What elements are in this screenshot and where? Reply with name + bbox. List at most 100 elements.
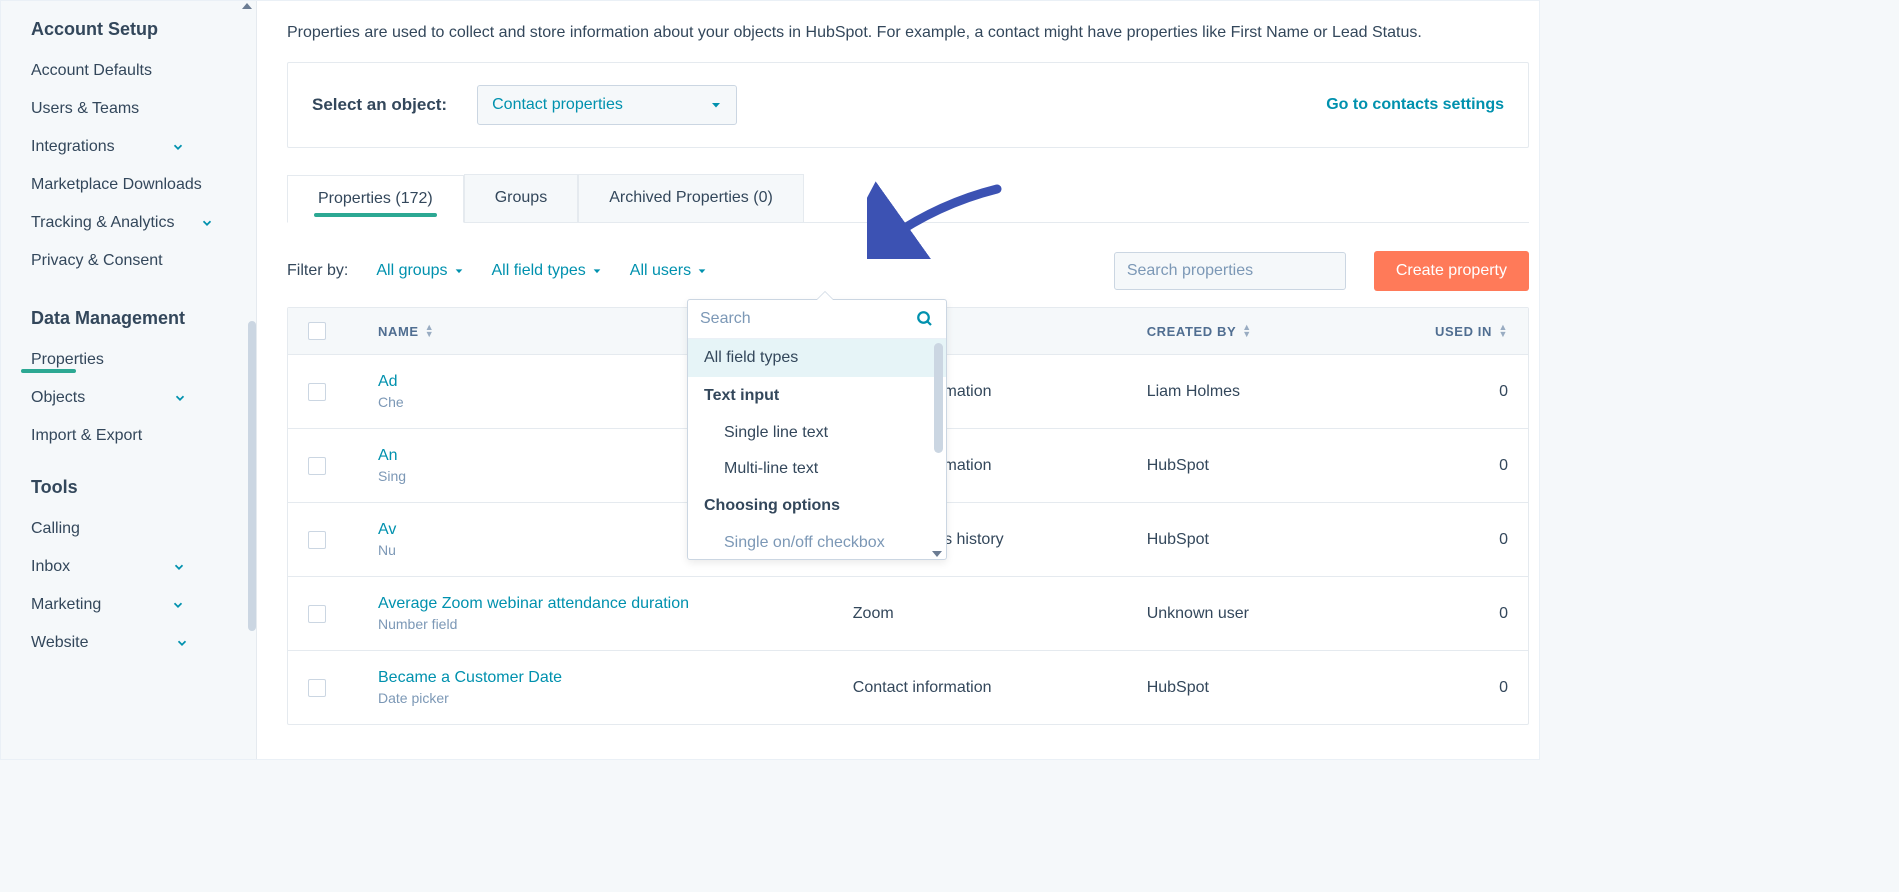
- tab-label: Archived Properties (0): [609, 189, 773, 206]
- nav-label: Import & Export: [31, 427, 142, 445]
- nav-label: Integrations: [31, 138, 115, 156]
- sidebar-item-account-defaults[interactable]: Account Defaults: [31, 52, 256, 90]
- property-type: Number field: [378, 616, 689, 632]
- sidebar-item-tracking-analytics[interactable]: Tracking & Analytics: [31, 204, 256, 242]
- sidebar-item-integrations[interactable]: Integrations: [31, 128, 256, 166]
- dropdown-item-multi-line-text[interactable]: Multi-line text: [688, 451, 946, 487]
- property-type: Nu: [378, 542, 396, 558]
- sort-icon: ▲▼: [425, 324, 435, 338]
- header-created-by[interactable]: CREATED BY: [1147, 324, 1237, 339]
- dropdown-item-single-checkbox[interactable]: Single on/off checkbox: [688, 525, 946, 559]
- cell-created-by: HubSpot: [1147, 679, 1418, 697]
- chevron-down-icon: [171, 140, 185, 154]
- row-checkbox[interactable]: [308, 457, 326, 475]
- sidebar-section-account-setup: Account Setup: [31, 19, 256, 40]
- intro-text: Properties are used to collect and store…: [287, 9, 1529, 62]
- nav-label: Website: [31, 634, 89, 652]
- sidebar: Account Setup Account Defaults Users & T…: [1, 1, 257, 759]
- dropdown-search-row: [688, 300, 946, 339]
- sidebar-item-marketplace-downloads[interactable]: Marketplace Downloads: [31, 166, 256, 204]
- tab-groups[interactable]: Groups: [464, 174, 578, 222]
- row-checkbox[interactable]: [308, 605, 326, 623]
- caret-down-icon: [697, 266, 707, 276]
- tab-properties[interactable]: Properties (172): [287, 175, 464, 223]
- dropdown-heading-choosing-options: Choosing options: [688, 487, 946, 525]
- field-types-dropdown: All field types Text input Single line t…: [687, 299, 947, 560]
- dropdown-item-single-line-text[interactable]: Single line text: [688, 415, 946, 451]
- table-row: Became a Customer DateDate picker Contac…: [288, 651, 1528, 724]
- sidebar-item-objects[interactable]: Objects: [31, 379, 256, 417]
- nav-label: Marketing: [31, 596, 101, 614]
- scroll-down-icon[interactable]: [932, 551, 942, 557]
- filter-all-field-types[interactable]: All field types: [492, 262, 602, 280]
- filter-text: All field types: [492, 262, 586, 280]
- tabs: Properties (172) Groups Archived Propert…: [287, 174, 1529, 223]
- caret-down-icon: [454, 266, 464, 276]
- sidebar-item-properties[interactable]: Properties: [31, 341, 256, 379]
- sidebar-item-website[interactable]: Website: [31, 624, 256, 662]
- cell-group: Zoom: [853, 605, 1147, 623]
- dropdown-search-input[interactable]: [700, 310, 908, 328]
- sidebar-section-data-management: Data Management: [31, 308, 256, 329]
- property-type: Sing: [378, 468, 406, 484]
- tab-label: Groups: [495, 189, 547, 206]
- nav-label: Account Defaults: [31, 62, 152, 80]
- row-checkbox[interactable]: [308, 679, 326, 697]
- sidebar-item-marketing[interactable]: Marketing: [31, 586, 256, 624]
- nav-label: Properties: [31, 351, 104, 369]
- scroll-up-icon[interactable]: [242, 3, 252, 9]
- sidebar-section-tools: Tools: [31, 477, 256, 498]
- filter-by-label: Filter by:: [287, 262, 348, 280]
- main-content: Properties are used to collect and store…: [257, 1, 1539, 759]
- go-to-contacts-settings-link[interactable]: Go to contacts settings: [1326, 96, 1504, 114]
- property-type: Che: [378, 394, 404, 410]
- cell-used-in: 0: [1418, 605, 1508, 623]
- dropdown-scrollbar-thumb[interactable]: [934, 343, 943, 453]
- sidebar-item-calling[interactable]: Calling: [31, 510, 256, 548]
- sidebar-item-import-export[interactable]: Import & Export: [31, 417, 256, 455]
- caret-down-icon: [710, 99, 722, 111]
- object-select-dropdown[interactable]: Contact properties: [477, 85, 737, 125]
- sidebar-item-inbox[interactable]: Inbox: [31, 548, 256, 586]
- header-used-in[interactable]: USED IN: [1435, 324, 1492, 339]
- nav-label: Inbox: [31, 558, 70, 576]
- nav-label: Users & Teams: [31, 100, 139, 118]
- cell-created-by: HubSpot: [1147, 457, 1418, 475]
- property-name-link[interactable]: Became a Customer Date: [378, 669, 562, 687]
- cell-used-in: 0: [1418, 531, 1508, 549]
- property-name-link[interactable]: An: [378, 447, 406, 465]
- tab-archived-properties[interactable]: Archived Properties (0): [578, 174, 804, 222]
- cell-used-in: 0: [1418, 457, 1508, 475]
- property-name-link[interactable]: Ad: [378, 373, 404, 391]
- sidebar-item-privacy-consent[interactable]: Privacy & Consent: [31, 242, 256, 280]
- filter-text: All groups: [376, 262, 447, 280]
- filter-all-users[interactable]: All users: [630, 262, 707, 280]
- filter-text: All users: [630, 262, 691, 280]
- cell-group: Contact information: [853, 679, 1147, 697]
- object-select-value: Contact properties: [492, 96, 623, 114]
- dropdown-heading-text-input: Text input: [688, 377, 946, 415]
- property-name-link[interactable]: Av: [378, 521, 396, 539]
- select-all-checkbox[interactable]: [308, 322, 326, 340]
- search-properties-input[interactable]: [1127, 262, 1334, 280]
- cell-created-by: Unknown user: [1147, 605, 1418, 623]
- search-icon: [916, 310, 934, 328]
- sidebar-item-users-teams[interactable]: Users & Teams: [31, 90, 256, 128]
- scrollbar-thumb[interactable]: [248, 321, 256, 631]
- nav-label: Privacy & Consent: [31, 252, 163, 270]
- caret-down-icon: [592, 266, 602, 276]
- chevron-down-icon: [200, 216, 214, 230]
- select-object-label: Select an object:: [312, 95, 447, 115]
- create-property-button[interactable]: Create property: [1374, 251, 1529, 291]
- dropdown-item-all-field-types[interactable]: All field types: [688, 339, 946, 377]
- filter-all-groups[interactable]: All groups: [376, 262, 463, 280]
- property-name-link[interactable]: Average Zoom webinar attendance duration: [378, 595, 689, 613]
- row-checkbox[interactable]: [308, 531, 326, 549]
- search-properties-box[interactable]: [1114, 252, 1346, 290]
- chevron-down-icon: [172, 560, 186, 574]
- cell-used-in: 0: [1418, 679, 1508, 697]
- sort-icon: ▲▼: [1498, 324, 1508, 338]
- row-checkbox[interactable]: [308, 383, 326, 401]
- nav-label: Calling: [31, 520, 80, 538]
- header-name[interactable]: NAME: [378, 324, 419, 339]
